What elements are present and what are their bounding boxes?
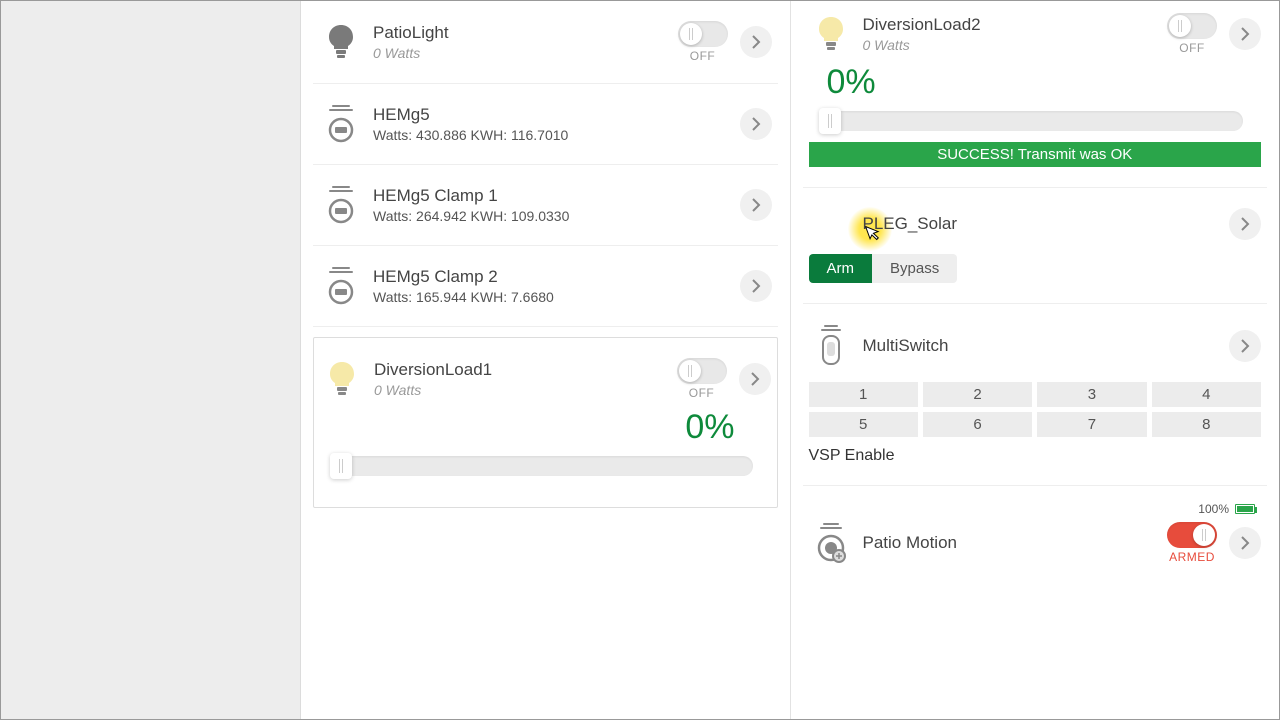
device-sub: Watts: 165.944 KWH: 7.6680 — [373, 289, 732, 305]
motion-sensor-icon — [809, 522, 853, 564]
chevron-right-icon[interactable] — [739, 363, 771, 395]
multiswitch-button-6[interactable]: 6 — [923, 412, 1032, 437]
device-card-diversionload2: DiversionLoad2 0 Watts OFF 0% SUCCESS! T… — [803, 1, 1268, 188]
device-card-pleg-solar: PLEG_Solar Arm Bypass — [803, 188, 1268, 304]
multiswitch-button-7[interactable]: 7 — [1037, 412, 1146, 437]
device-name: Patio Motion — [863, 533, 1168, 553]
dimmer-slider[interactable] — [320, 453, 771, 479]
bypass-button[interactable]: Bypass — [872, 254, 957, 283]
multiswitch-button-2[interactable]: 2 — [923, 382, 1032, 407]
toggle-switch[interactable] — [678, 21, 728, 47]
chevron-right-icon[interactable] — [740, 270, 772, 302]
device-sub: Watts: 264.942 KWH: 109.0330 — [373, 208, 732, 224]
device-name: PatioLight — [373, 23, 678, 43]
toggle-switch[interactable] — [1167, 13, 1217, 39]
chevron-right-icon[interactable] — [740, 26, 772, 58]
toggle-switch[interactable] — [1167, 522, 1217, 548]
battery-icon — [1235, 504, 1255, 514]
dimmer-slider[interactable] — [809, 108, 1262, 134]
toggle-label: ARMED — [1169, 550, 1215, 564]
device-card-patiolight: PatioLight 0 Watts OFF — [313, 1, 778, 84]
device-name: PLEG_Solar — [863, 214, 1222, 234]
sidebar — [1, 1, 301, 719]
device-card-hemg5: HEMg5 Watts: 430.886 KWH: 116.7010 — [313, 84, 778, 165]
device-name: HEMg5 — [373, 105, 732, 125]
device-card-clamp2: HEMg5 Clamp 2 Watts: 165.944 KWH: 7.6680 — [313, 246, 778, 327]
remote-icon — [809, 324, 853, 368]
multiswitch-button-5[interactable]: 5 — [809, 412, 918, 437]
meter-icon — [319, 266, 363, 306]
bulb-icon — [319, 24, 363, 60]
multiswitch-button-3[interactable]: 3 — [1037, 382, 1146, 407]
device-card-clamp1: HEMg5 Clamp 1 Watts: 264.942 KWH: 109.03… — [313, 165, 778, 246]
device-card-diversionload1: DiversionLoad1 0 Watts OFF 0% — [313, 337, 778, 508]
device-name: DiversionLoad2 — [863, 15, 1168, 35]
toggle-label: OFF — [689, 386, 715, 400]
chevron-right-icon[interactable] — [1229, 330, 1261, 362]
multiswitch-button-8[interactable]: 8 — [1152, 412, 1261, 437]
device-sub: 0 Watts — [374, 382, 677, 398]
device-column-right: DiversionLoad2 0 Watts OFF 0% SUCCESS! T… — [791, 1, 1280, 719]
bulb-icon — [809, 16, 853, 52]
device-name: HEMg5 Clamp 2 — [373, 267, 732, 287]
meter-icon — [319, 104, 363, 144]
success-banner: SUCCESS! Transmit was OK — [809, 142, 1262, 167]
device-card-multiswitch: MultiSwitch 1 2 3 4 5 6 7 8 VSP Enable — [803, 304, 1268, 486]
chevron-right-icon[interactable] — [1229, 208, 1261, 240]
arm-button[interactable]: Arm — [809, 254, 873, 283]
multiswitch-button-4[interactable]: 4 — [1152, 382, 1261, 407]
toggle-label: OFF — [1179, 41, 1205, 55]
battery-percent: 100% — [1198, 502, 1229, 516]
multiswitch-button-1[interactable]: 1 — [809, 382, 918, 407]
device-sub: Watts: 430.886 KWH: 116.7010 — [373, 127, 732, 143]
device-card-patio-motion: 100% Patio Motion — [803, 486, 1268, 584]
chevron-right-icon[interactable] — [1229, 18, 1261, 50]
chevron-right-icon[interactable] — [740, 189, 772, 221]
vsp-enable-label: VSP Enable — [809, 447, 1262, 465]
dimmer-percent: 0% — [827, 63, 1262, 102]
device-sub: 0 Watts — [373, 45, 678, 61]
dimmer-percent: 0% — [338, 408, 735, 447]
device-name: DiversionLoad1 — [374, 360, 677, 380]
toggle-label: OFF — [690, 49, 716, 63]
chevron-right-icon[interactable] — [1229, 527, 1261, 559]
device-column-left: PatioLight 0 Watts OFF — [301, 1, 791, 719]
multiswitch-grid: 1 2 3 4 5 6 7 8 — [809, 382, 1262, 437]
device-name: MultiSwitch — [863, 336, 1222, 356]
meter-icon — [319, 185, 363, 225]
device-sub: 0 Watts — [863, 37, 1168, 53]
device-name: HEMg5 Clamp 1 — [373, 186, 732, 206]
toggle-switch[interactable] — [677, 358, 727, 384]
bulb-icon — [320, 361, 364, 397]
chevron-right-icon[interactable] — [740, 108, 772, 140]
